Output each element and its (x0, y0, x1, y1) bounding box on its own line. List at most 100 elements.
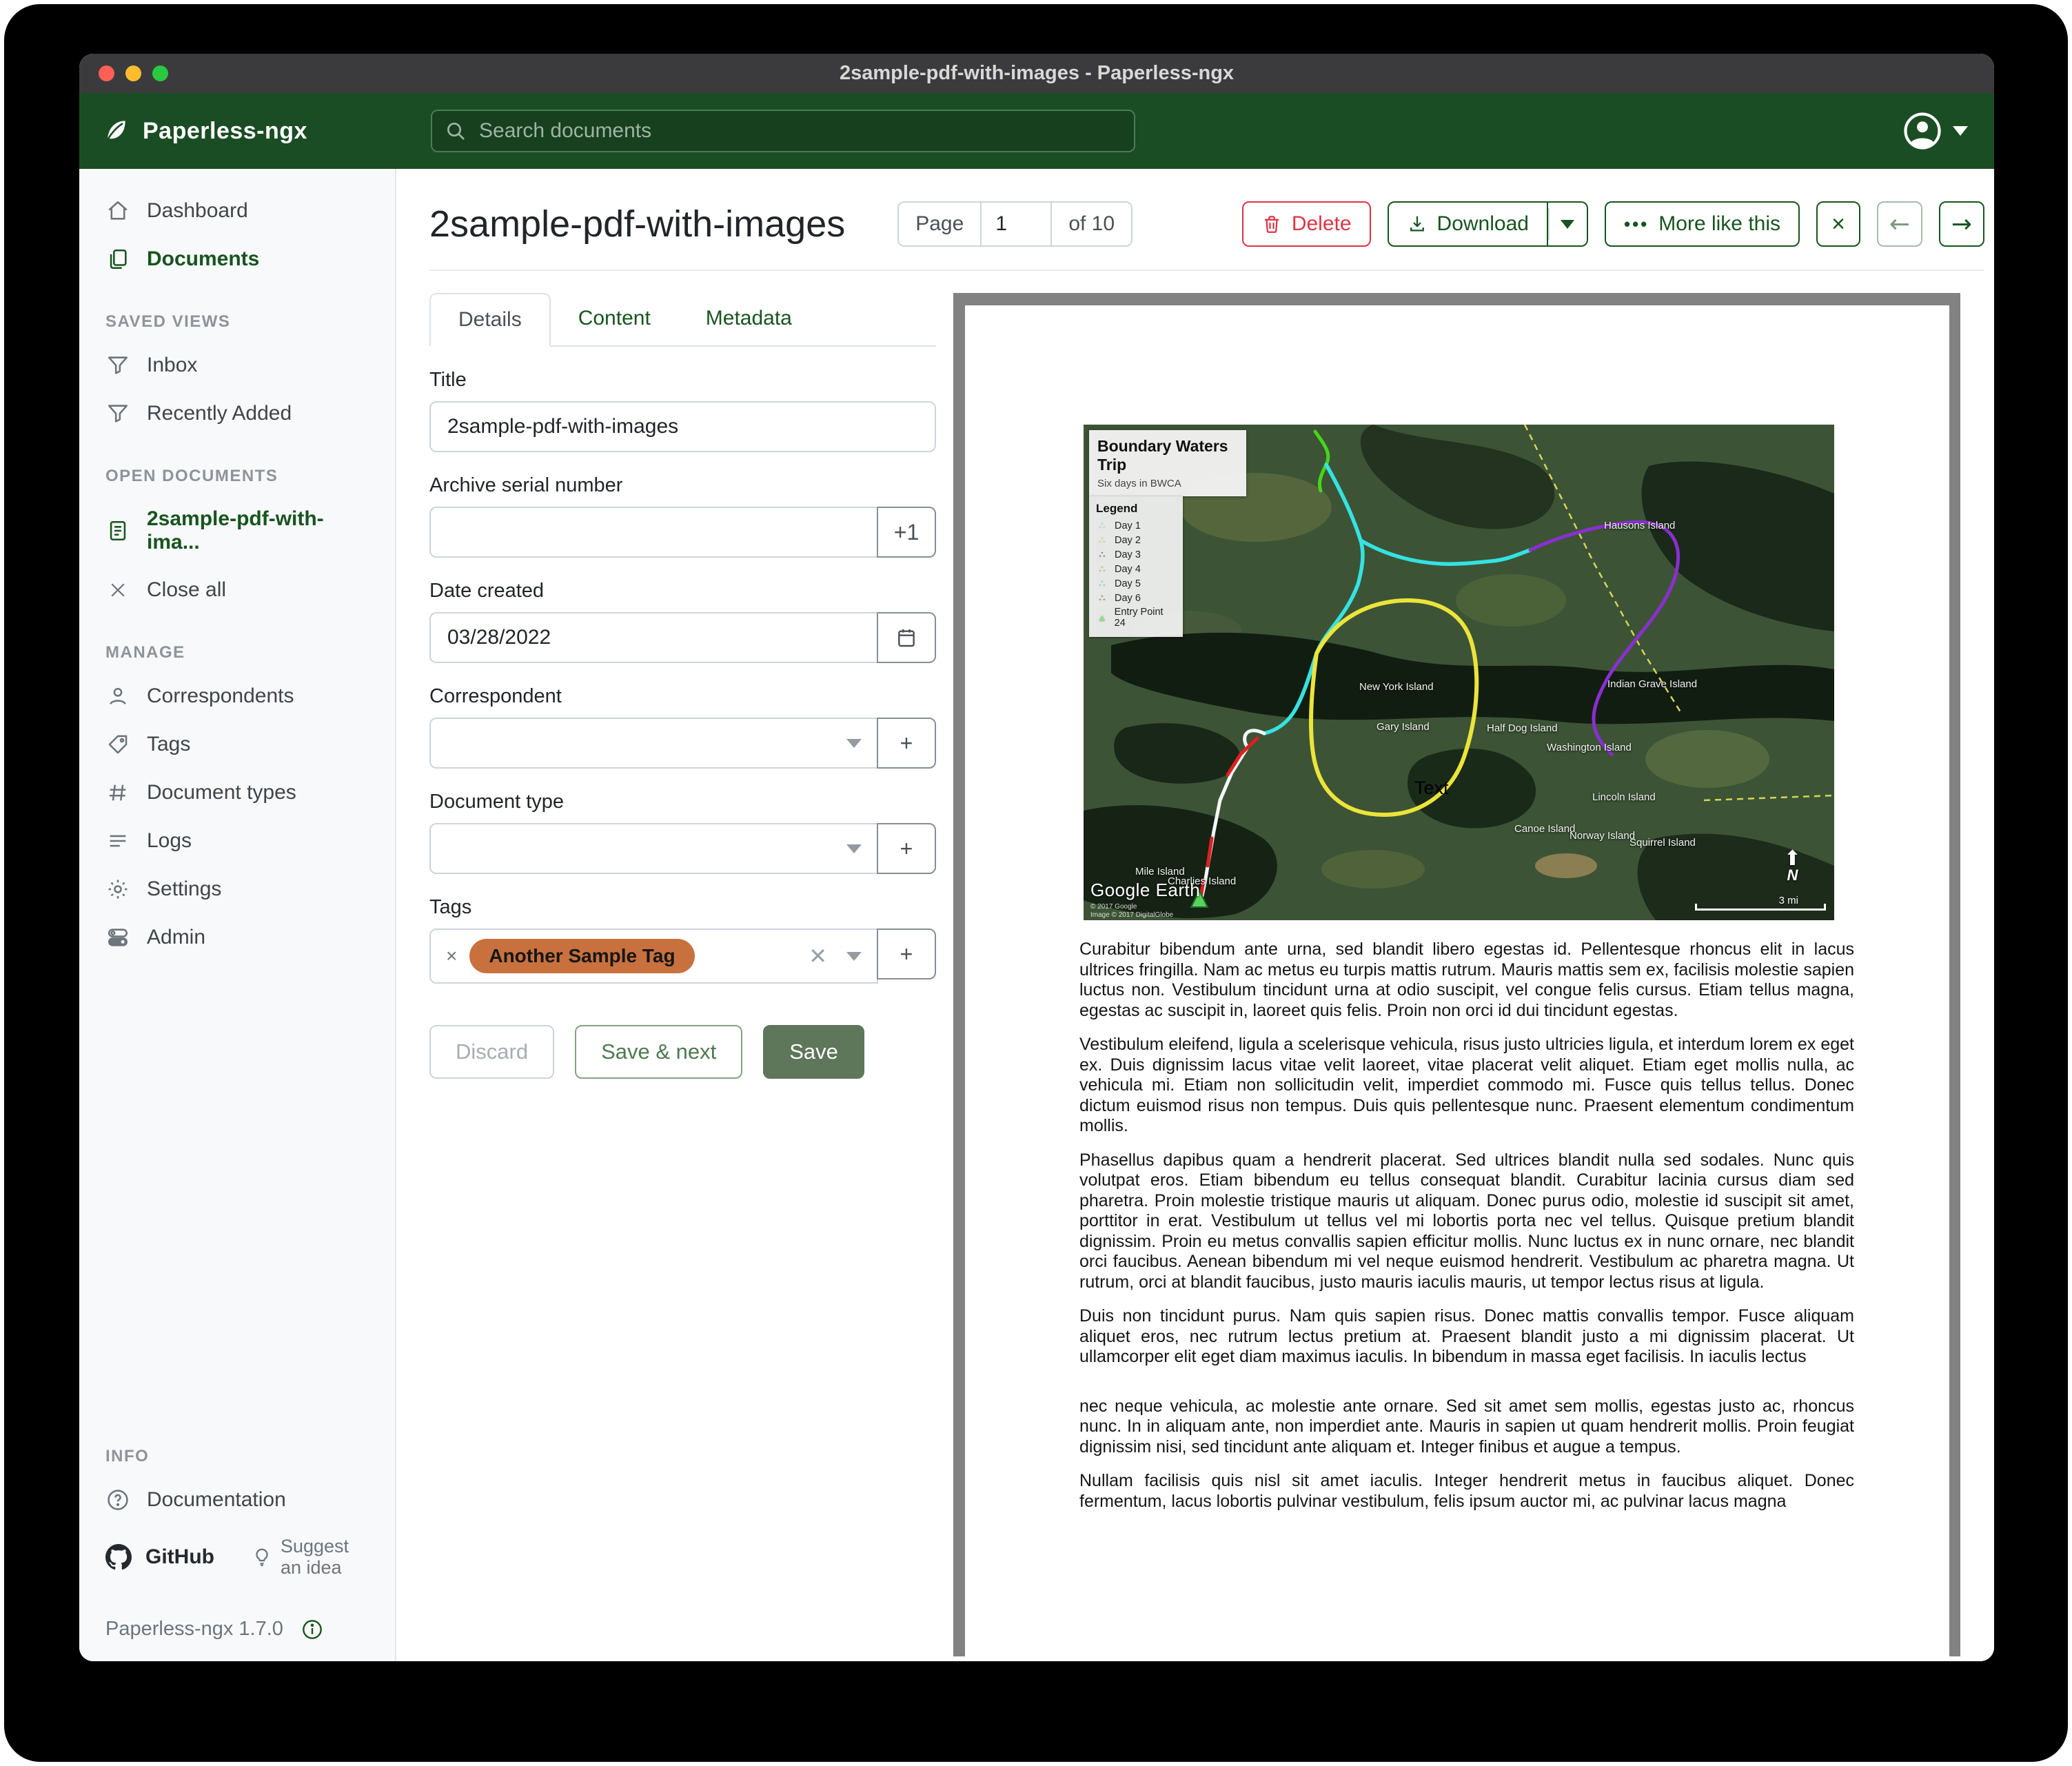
legend-swatch: ▲ (1096, 612, 1108, 623)
sidebar-item-label: Dashboard (147, 199, 248, 223)
asn-field[interactable] (429, 507, 878, 558)
save-and-next-button[interactable]: Save & next (575, 1025, 742, 1079)
tab-metadata[interactable]: Metadata (678, 293, 820, 347)
correspondent-label: Correspondent (429, 685, 936, 708)
sidebar-links-row: GitHub Suggest an idea (79, 1524, 395, 1590)
document-type-select[interactable] (429, 823, 878, 874)
legend-swatch: ∴ (1096, 549, 1108, 560)
download-button[interactable]: Download (1388, 201, 1548, 247)
map-credit: Image © 2017 DigitalGlobe (1090, 911, 1173, 919)
save-button[interactable]: Save (763, 1025, 864, 1079)
add-correspondent-button[interactable]: + (877, 718, 936, 769)
page-navigator: Page of 10 (897, 201, 1133, 247)
sidebar-item-open-document[interactable]: 2sample-pdf-with-ima... (79, 496, 395, 566)
download-options-button[interactable] (1548, 201, 1588, 247)
add-document-type-button[interactable]: + (877, 823, 936, 874)
close-window-button[interactable] (99, 65, 114, 81)
version-row: Paperless-ngx 1.7.0 (79, 1590, 395, 1641)
tags-select[interactable]: × Another Sample Tag ✕ (429, 928, 878, 984)
map-title: Boundary Waters Trip (1097, 437, 1238, 474)
minimize-window-button[interactable] (125, 65, 141, 81)
sidebar-item-logs[interactable]: Logs (79, 817, 395, 865)
next-document-button[interactable]: → (1939, 201, 1984, 247)
sidebar-item-label: Admin (147, 926, 205, 949)
calendar-button[interactable] (877, 612, 936, 663)
legend-item: ∴Day 4 (1096, 563, 1176, 575)
google-earth-logo: Google Earth (1090, 880, 1200, 901)
document-header: 2sample-pdf-with-images Page of 10 Delet… (429, 192, 1984, 256)
sidebar-item-settings[interactable]: Settings (79, 865, 395, 913)
sidebar-item-correspondents[interactable]: Correspondents (79, 672, 395, 720)
sidebar-item-label: Inbox (147, 354, 197, 377)
clear-tags-icon[interactable]: ✕ (809, 943, 827, 969)
document-text: Curabitur bibendum ante urna, sed blandi… (1079, 940, 1854, 1525)
legend-swatch: ∴ (1096, 534, 1108, 546)
legend-swatch: ∴ (1096, 592, 1108, 604)
sidebar-item-documents[interactable]: Documents (79, 235, 395, 283)
github-link[interactable]: GitHub (105, 1544, 214, 1570)
tab-content[interactable]: Content (551, 293, 678, 347)
sidebar-section-manage: MANAGE (79, 614, 395, 672)
pdf-preview-pane[interactable]: Boundary Waters Trip Six days in BWCA Le… (953, 293, 1960, 1656)
tag-icon (105, 732, 130, 757)
document-type-group: + (429, 823, 936, 874)
search-input[interactable] (478, 119, 1121, 143)
sidebar-item-documentation[interactable]: Documentation (79, 1476, 395, 1524)
tab-details[interactable]: Details (429, 293, 551, 347)
delete-button[interactable]: Delete (1242, 201, 1371, 247)
sidebar-item-tags[interactable]: Tags (79, 720, 395, 769)
app-logo[interactable]: Paperless-ngx (100, 116, 307, 146)
close-icon (105, 578, 130, 602)
asn-input[interactable] (446, 520, 862, 545)
legend-swatch: ∴ (1096, 563, 1108, 575)
document-actions: Delete Download (1242, 201, 1984, 247)
sidebar-item-document-types[interactable]: Document types (79, 769, 395, 817)
user-menu[interactable] (1903, 93, 1968, 169)
map-title-box: Boundary Waters Trip Six days in BWCA (1089, 430, 1246, 496)
remove-tag-icon[interactable]: × (446, 945, 457, 967)
question-circle-icon (105, 1488, 130, 1512)
page-label: Page (899, 203, 982, 245)
titlebar: 2sample-pdf-with-images - Paperless-ngx (79, 54, 1994, 93)
map-text-annotation: Text (1414, 778, 1449, 799)
sidebar-item-label: 2sample-pdf-with-ima... (147, 507, 369, 554)
dots-icon: ••• (1624, 214, 1649, 235)
title-field[interactable] (429, 401, 936, 452)
legend-swatch: ∴ (1096, 520, 1108, 531)
legend-swatch: ∴ (1096, 578, 1108, 589)
discard-button[interactable]: Discard (429, 1025, 554, 1079)
add-tag-button[interactable]: + (877, 928, 936, 980)
sidebar-item-close-all[interactable]: Close all (79, 566, 395, 614)
sidebar-item-admin[interactable]: Admin (79, 913, 395, 962)
global-search[interactable] (431, 110, 1135, 152)
sidebar-section-info: INFO (79, 1418, 395, 1476)
map-label: Lincoln Island (1592, 791, 1656, 803)
sidebar-item-dashboard[interactable]: Dashboard (79, 187, 395, 235)
map-label: Indian Grave Island (1607, 678, 1697, 690)
scale-label: 3 mi (1779, 895, 1798, 906)
info-circle-icon[interactable] (301, 1618, 323, 1641)
title-input[interactable] (446, 414, 920, 439)
tag-chip[interactable]: Another Sample Tag (469, 939, 694, 973)
legend-item: ∴Day 2 (1096, 534, 1176, 546)
close-document-button[interactable]: × (1816, 201, 1860, 247)
previous-document-button[interactable]: ← (1877, 201, 1922, 247)
sidebar-item-recently-added[interactable]: Recently Added (79, 389, 395, 438)
map-label: Gary Island (1377, 721, 1430, 733)
asn-increment-button[interactable]: +1 (877, 507, 936, 558)
page-title: 2sample-pdf-with-images (429, 203, 845, 245)
map-label: Squirrel Island (1629, 837, 1696, 849)
map-legend: Legend ∴Day 1 ∴Day 2 ∴Day 3 ∴Day 4 ∴Day … (1089, 496, 1183, 637)
page-number-input[interactable] (982, 203, 1052, 245)
sidebar-item-inbox[interactable]: Inbox (79, 341, 395, 389)
date-created-field[interactable] (429, 612, 878, 663)
zoom-window-button[interactable] (152, 65, 168, 81)
filter-icon (105, 353, 130, 378)
date-created-input[interactable] (446, 625, 862, 650)
legend-item: ∴Day 6 (1096, 592, 1176, 604)
more-like-this-button[interactable]: ••• More like this (1605, 201, 1800, 247)
paragraph: Duis non tincidunt purus. Nam quis sapie… (1079, 1306, 1854, 1368)
suggest-idea-link[interactable]: Suggest an idea (252, 1536, 369, 1579)
gear-icon (105, 877, 130, 902)
correspondent-select[interactable] (429, 718, 878, 769)
